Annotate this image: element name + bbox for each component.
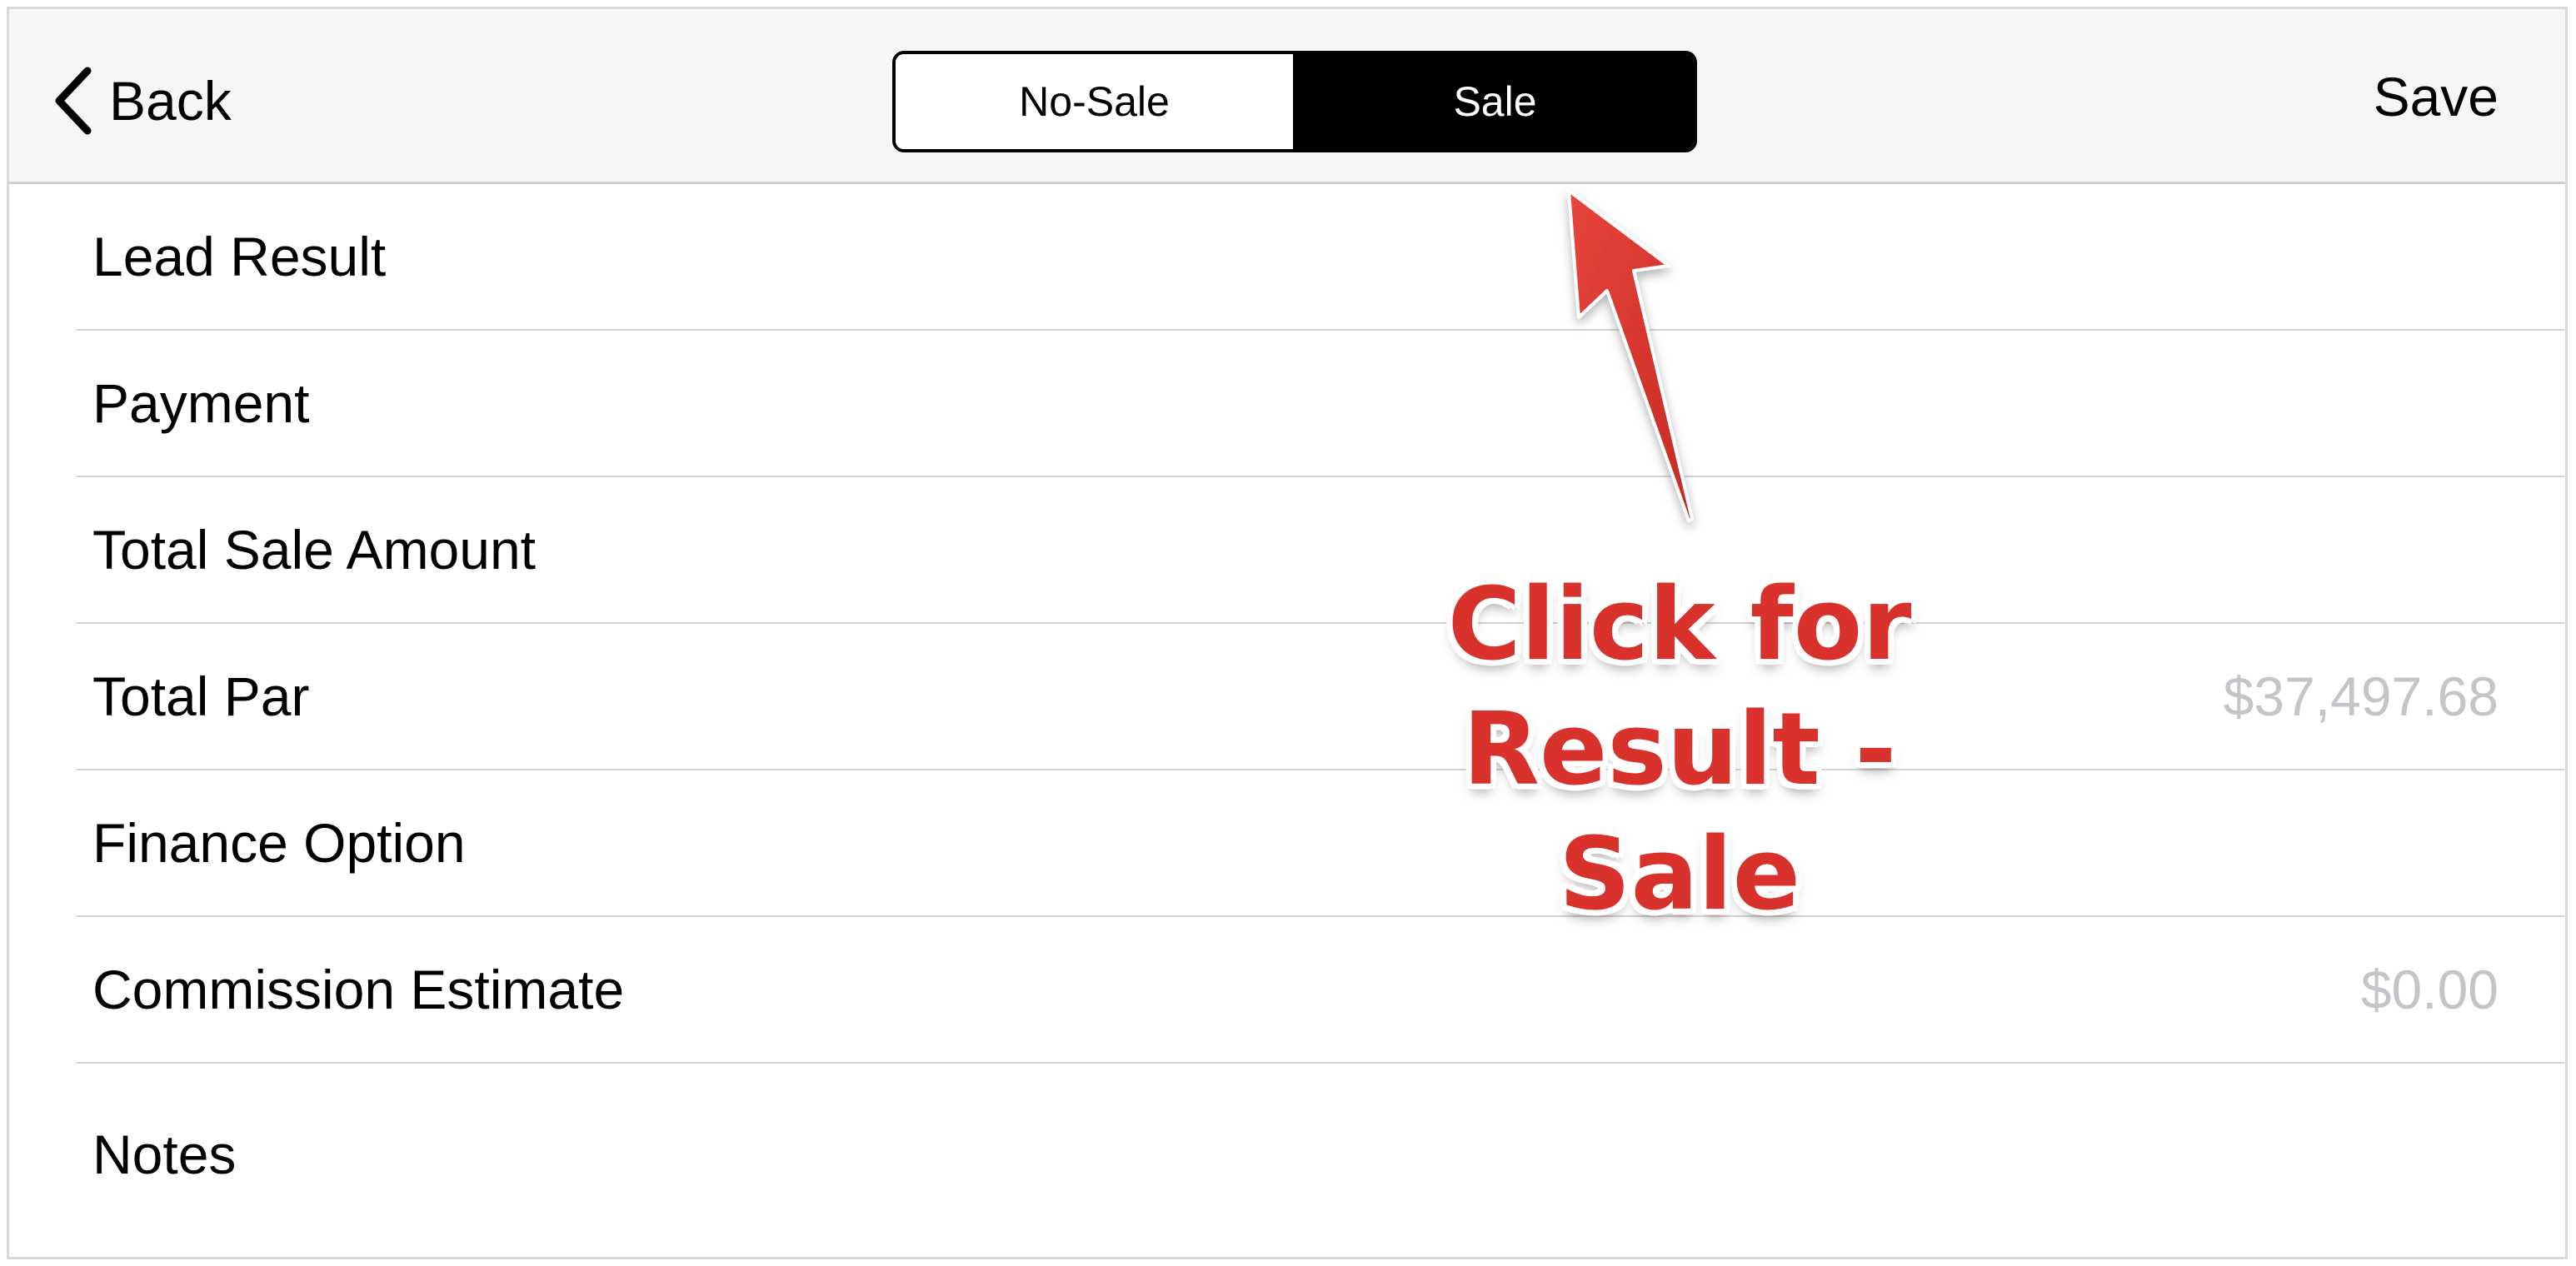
- row-notes[interactable]: Notes: [76, 1064, 2565, 1230]
- sale-type-segmented-control: No-Sale Sale: [892, 51, 1697, 152]
- total-par-value: $37,497.68: [2223, 665, 2499, 727]
- commission-estimate-value: $0.00: [2360, 959, 2499, 1020]
- row-label: Total Sale Amount: [92, 519, 536, 581]
- row-total-sale-amount[interactable]: Total Sale Amount: [76, 477, 2565, 624]
- row-label: Total Par: [92, 665, 310, 727]
- row-label: Payment: [92, 372, 310, 434]
- row-total-par[interactable]: Total Par $37,497.68: [76, 624, 2565, 770]
- row-payment[interactable]: Payment: [76, 331, 2565, 477]
- back-label: Back: [109, 70, 232, 132]
- row-label: Commission Estimate: [92, 959, 625, 1020]
- row-lead-result[interactable]: Lead Result: [76, 184, 2565, 331]
- back-button[interactable]: Back: [51, 59, 232, 142]
- row-commission-estimate[interactable]: Commission Estimate $0.00: [76, 917, 2565, 1064]
- navigation-bar: Back No-Sale Sale Save: [9, 9, 2565, 184]
- segment-sale[interactable]: Sale: [1293, 54, 1694, 149]
- form-list: Lead Result Payment Total Sale Amount To…: [9, 184, 2565, 1230]
- row-label: Notes: [92, 1124, 237, 1185]
- row-label: Finance Option: [92, 812, 466, 874]
- save-button[interactable]: Save: [2374, 69, 2499, 124]
- screen-frame: Back No-Sale Sale Save Lead Result Payme…: [7, 7, 2568, 1259]
- chevron-left-icon: [55, 67, 92, 135]
- segment-no-sale[interactable]: No-Sale: [896, 54, 1293, 149]
- row-finance-option[interactable]: Finance Option: [76, 770, 2565, 917]
- row-label: Lead Result: [92, 226, 387, 287]
